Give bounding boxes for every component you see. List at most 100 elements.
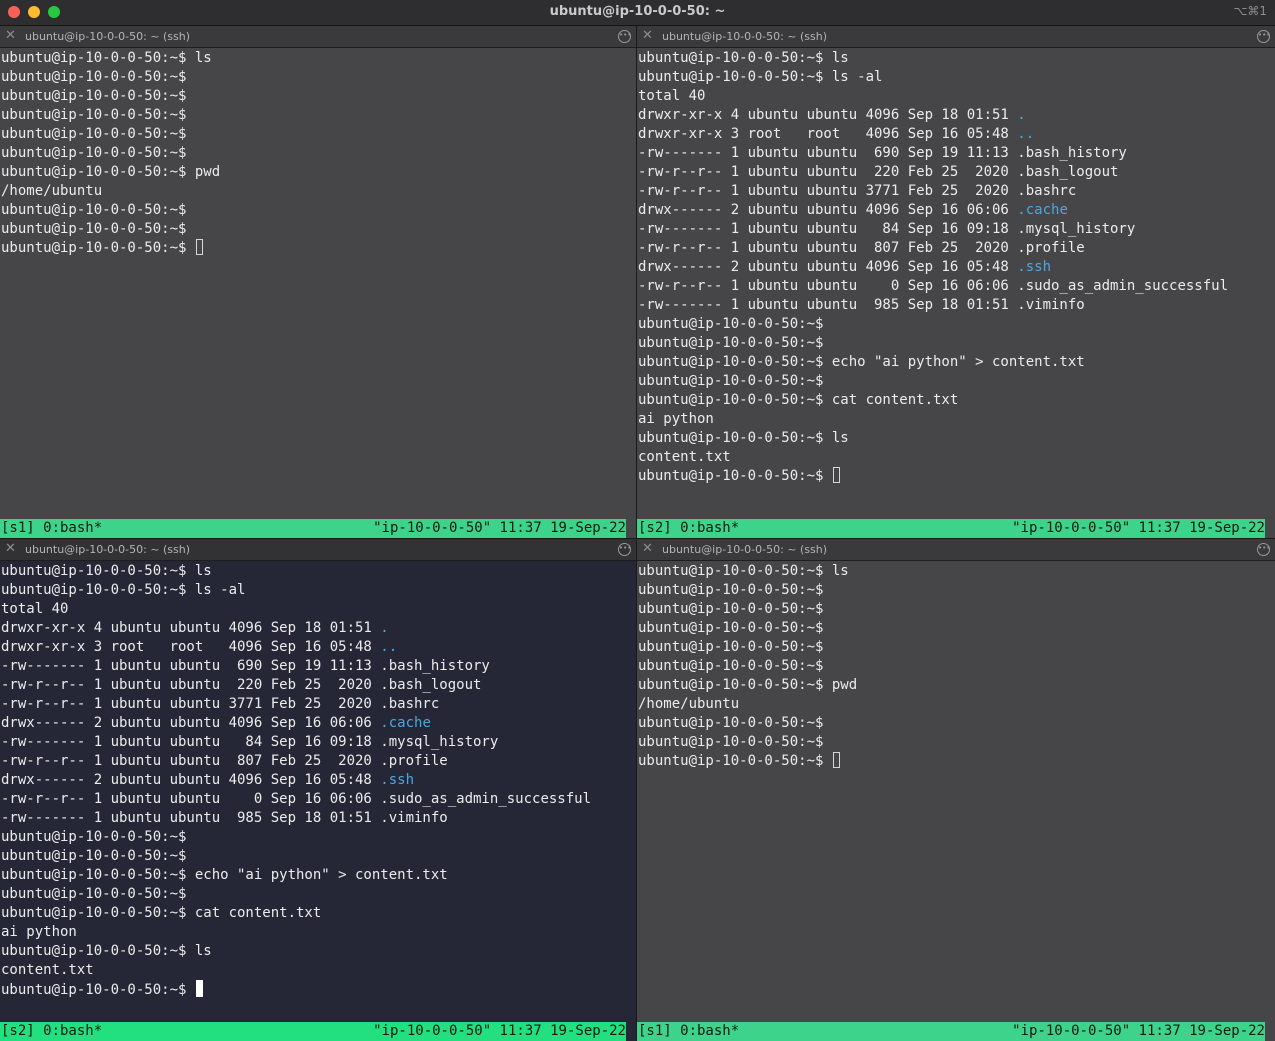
line-text: -rw-r--r-- 1 ubuntu ubuntu 3771 Feb 25 2…: [1, 696, 440, 712]
more-options-icon[interactable]: •••: [618, 30, 631, 43]
line-text: ubuntu@ip-10-0-0-50:~$: [1, 145, 187, 161]
close-icon[interactable]: ✕: [5, 29, 16, 43]
line-text: -rw-r--r-- 1 ubuntu ubuntu 220 Feb 25 20…: [638, 164, 1119, 180]
listing-attributes: drwx------ 2 ubuntu ubuntu 4096 Sep 16 0…: [1, 715, 381, 731]
terminal-line: -rw------- 1 ubuntu ubuntu 84 Sep 16 09:…: [1, 733, 591, 752]
terminal-screen[interactable]: ubuntu@ip-10-0-0-50:~$ ls ubuntu@ip-10-0-…: [0, 561, 636, 1041]
pane-tab-title: ubuntu@ip-10-0-0-50: ~ (ssh): [662, 543, 828, 556]
terminal-line: ubuntu@ip-10-0-0-50:~$ pwd: [1, 163, 220, 182]
terminal-line: ubuntu@ip-10-0-0-50:~$ cat content.txt: [638, 391, 1228, 410]
pane-tab[interactable]: ✕ ubuntu@ip-10-0-0-50: ~ (ssh) •••: [0, 539, 636, 561]
directory-name: .ssh: [1017, 259, 1052, 275]
terminal-line: ubuntu@ip-10-0-0-50:~$: [638, 657, 857, 676]
tmux-host-time: "ip-10-0-0-50" 11:37 19-Sep-22: [373, 520, 626, 536]
pane-tab[interactable]: ✕ ubuntu@ip-10-0-0-50: ~ (ssh) •••: [637, 539, 1275, 561]
line-text: ubuntu@ip-10-0-0-50:~$: [638, 316, 824, 332]
line-text: ubuntu@ip-10-0-0-50:~$ ls -al: [1, 582, 246, 598]
pane-tab-title: ubuntu@ip-10-0-0-50: ~ (ssh): [25, 543, 191, 556]
close-icon[interactable]: ✕: [642, 29, 653, 43]
line-text: -rw------- 1 ubuntu ubuntu 985 Sep 18 01…: [638, 297, 1085, 313]
line-text: ubuntu@ip-10-0-0-50:~$ ls: [638, 430, 849, 446]
pane-divider-vertical[interactable]: [636, 26, 637, 1041]
terminal-line: ubuntu@ip-10-0-0-50:~$ ls -al: [1, 581, 591, 600]
more-options-icon[interactable]: •••: [618, 543, 631, 556]
tmux-status-bar: [s2] 0:bash* "ip-10-0-0-50" 11:37 19-Sep…: [0, 1022, 626, 1041]
line-text: ubuntu@ip-10-0-0-50:~$: [1, 202, 187, 218]
terminal-line: ubuntu@ip-10-0-0-50:~$: [1, 847, 591, 866]
terminal-line: ubuntu@ip-10-0-0-50:~$: [1, 220, 220, 239]
terminal-line: ubuntu@ip-10-0-0-50:~$: [638, 372, 1228, 391]
line-text: ubuntu@ip-10-0-0-50:~$ ls -al: [638, 69, 883, 85]
terminal-line: total 40: [638, 87, 1228, 106]
terminal-line: -rw-r--r-- 1 ubuntu ubuntu 807 Feb 25 20…: [638, 239, 1228, 258]
more-options-icon[interactable]: •••: [1257, 30, 1270, 43]
terminal-pane-top-left[interactable]: ✕ ubuntu@ip-10-0-0-50: ~ (ssh) ••• ubunt…: [0, 26, 636, 538]
terminal-line: ubuntu@ip-10-0-0-50:~$ ls: [1, 49, 220, 68]
terminal-line: drwx------ 2 ubuntu ubuntu 4096 Sep 16 0…: [1, 771, 591, 790]
terminal-line: /home/ubuntu: [638, 695, 857, 714]
line-text: ubuntu@ip-10-0-0-50:~$: [1, 829, 187, 845]
pane-tab[interactable]: ✕ ubuntu@ip-10-0-0-50: ~ (ssh) •••: [637, 26, 1275, 48]
terminal-line: ubuntu@ip-10-0-0-50:~$: [638, 752, 857, 771]
directory-name: ..: [1017, 126, 1035, 142]
listing-attributes: drwxr-xr-x 3 root root 4096 Sep 16 05:48: [1, 639, 381, 655]
terminal-line: ubuntu@ip-10-0-0-50:~$ cat content.txt: [1, 904, 591, 923]
title-bar: ubuntu@ip-10-0-0-50: ~ ⌥⌘1: [0, 0, 1275, 26]
terminal-line: ubuntu@ip-10-0-0-50:~$ ls: [638, 49, 1228, 68]
tmux-host-time: "ip-10-0-0-50" 11:37 19-Sep-22: [1012, 1023, 1265, 1039]
terminal-line: ubuntu@ip-10-0-0-50:~$: [1, 144, 220, 163]
terminal-line: ubuntu@ip-10-0-0-50:~$: [1, 980, 591, 999]
line-text: ubuntu@ip-10-0-0-50:~$: [638, 468, 832, 484]
terminal-pane-top-right[interactable]: ✕ ubuntu@ip-10-0-0-50: ~ (ssh) ••• ubunt…: [637, 26, 1275, 538]
pane-tab-title: ubuntu@ip-10-0-0-50: ~ (ssh): [25, 30, 191, 43]
tmux-status-bar: [s2] 0:bash* "ip-10-0-0-50" 11:37 19-Sep…: [637, 519, 1265, 538]
close-icon[interactable]: ✕: [5, 542, 16, 556]
terminal-line: ubuntu@ip-10-0-0-50:~$ echo "ai python" …: [638, 353, 1228, 372]
close-icon[interactable]: ✕: [642, 542, 653, 556]
line-text: ubuntu@ip-10-0-0-50:~$ ls: [638, 50, 849, 66]
terminal-cursor: [195, 980, 203, 997]
line-text: ubuntu@ip-10-0-0-50:~$ pwd: [1, 164, 221, 180]
line-text: content.txt: [638, 449, 731, 465]
terminal-screen[interactable]: ubuntu@ip-10-0-0-50:~$ ls ubuntu@ip-10-0-…: [0, 48, 636, 538]
line-text: ubuntu@ip-10-0-0-50:~$: [638, 601, 824, 617]
more-options-icon[interactable]: •••: [1257, 543, 1270, 556]
pane-tab[interactable]: ✕ ubuntu@ip-10-0-0-50: ~ (ssh) •••: [0, 26, 636, 48]
directory-name: .cache: [380, 715, 431, 731]
terminal-screen[interactable]: ubuntu@ip-10-0-0-50:~$ ls ubuntu@ip-10-0-…: [637, 561, 1275, 1041]
line-text: -rw------- 1 ubuntu ubuntu 690 Sep 19 11…: [638, 145, 1127, 161]
tmux-session-window: [s2] 0:bash*: [1, 1023, 103, 1039]
directory-name: .cache: [1017, 202, 1068, 218]
terminal-line: -rw-r--r-- 1 ubuntu ubuntu 3771 Feb 25 2…: [1, 695, 591, 714]
terminal-pane-bottom-left[interactable]: ✕ ubuntu@ip-10-0-0-50: ~ (ssh) ••• ubunt…: [0, 539, 636, 1041]
line-text: ubuntu@ip-10-0-0-50:~$: [1, 69, 187, 85]
terminal-line: ubuntu@ip-10-0-0-50:~$: [638, 733, 857, 752]
line-text: ubuntu@ip-10-0-0-50:~$: [638, 335, 824, 351]
line-text: content.txt: [1, 962, 94, 978]
terminal-line: ubuntu@ip-10-0-0-50:~$ pwd: [638, 676, 857, 695]
line-text: ubuntu@ip-10-0-0-50:~$: [638, 620, 824, 636]
line-text: ai python: [638, 411, 714, 427]
terminal-screen[interactable]: ubuntu@ip-10-0-0-50:~$ ls ubuntu@ip-10-0-…: [637, 48, 1275, 538]
line-text: /home/ubuntu: [1, 183, 103, 199]
line-text: ubuntu@ip-10-0-0-50:~$ cat content.txt: [1, 905, 322, 921]
tmux-host-time: "ip-10-0-0-50" 11:37 19-Sep-22: [1012, 520, 1265, 536]
tmux-host-time: "ip-10-0-0-50" 11:37 19-Sep-22: [373, 1023, 626, 1039]
terminal-line: ubuntu@ip-10-0-0-50:~$: [1, 239, 220, 258]
listing-attributes: drwx------ 2 ubuntu ubuntu 4096 Sep 16 0…: [638, 259, 1018, 275]
terminal-output: ubuntu@ip-10-0-0-50:~$ ls ubuntu@ip-10-0-…: [1, 562, 591, 999]
pane-divider-horizontal[interactable]: [0, 538, 1275, 539]
line-text: ubuntu@ip-10-0-0-50:~$: [638, 373, 824, 389]
terminal-cursor: [832, 467, 840, 483]
line-text: -rw-r--r-- 1 ubuntu ubuntu 3771 Feb 25 2…: [638, 183, 1077, 199]
terminal-line: ubuntu@ip-10-0-0-50:~$: [638, 714, 857, 733]
terminal-pane-bottom-right[interactable]: ✕ ubuntu@ip-10-0-0-50: ~ (ssh) ••• ubunt…: [637, 539, 1275, 1041]
terminal-line: ubuntu@ip-10-0-0-50:~$: [1, 828, 591, 847]
terminal-line: ubuntu@ip-10-0-0-50:~$ ls: [1, 562, 591, 581]
terminal-line: ubuntu@ip-10-0-0-50:~$ ls: [638, 562, 857, 581]
line-text: ubuntu@ip-10-0-0-50:~$ ls: [1, 563, 212, 579]
listing-attributes: drwxr-xr-x 4 ubuntu ubuntu 4096 Sep 18 0…: [1, 620, 381, 636]
directory-name: .: [1017, 107, 1026, 123]
terminal-line: drwxr-xr-x 4 ubuntu ubuntu 4096 Sep 18 0…: [1, 619, 591, 638]
listing-attributes: drwx------ 2 ubuntu ubuntu 4096 Sep 16 0…: [638, 202, 1018, 218]
